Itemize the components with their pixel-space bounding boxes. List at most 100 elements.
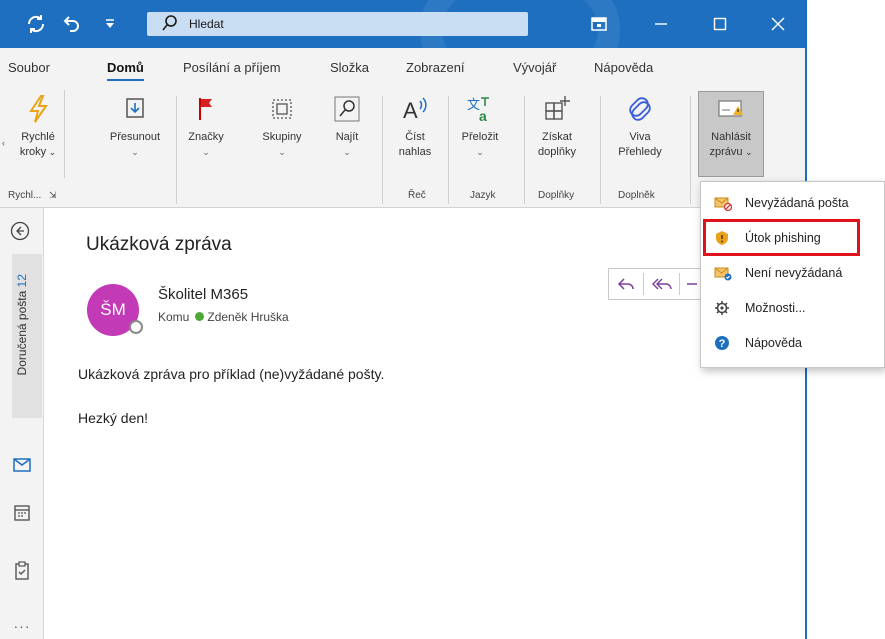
mail-icon[interactable] [11,454,33,476]
ribbon-scroll-left-icon[interactable]: ‹ [2,138,5,148]
search-placeholder: Hledat [189,17,224,31]
ribbon-separator [176,96,177,204]
find-search-icon [334,96,360,122]
inbox-folder-label[interactable]: Doručená pošta 12 [15,268,29,375]
addins-grid-icon [545,96,570,120]
lightning-icon [29,95,48,123]
svg-text:A: A [403,98,418,123]
ribbon: ‹ Rychlé kroky ⌄ Přesunout ⌄ Značky ⌄ Sk… [0,86,806,208]
viva-insights-icon [629,97,651,121]
find-label: Najít [335,131,359,143]
group-label-quick: Rychl... [8,190,42,201]
gear-icon [714,300,730,316]
recipient-presence-icon [195,312,205,321]
recipient-line: Komu Zdeněk Hruška [158,310,289,324]
menu-item-junk-label: Nevyžádaná pošta [745,196,849,210]
tab-folder[interactable]: Složka [330,60,369,75]
ribbon-separator [524,96,525,204]
menu-tabs: Soubor Domů Posílání a příjem Složka Zob… [0,48,806,86]
minimize-icon[interactable] [646,10,676,38]
tab-help[interactable]: Nápověda [594,60,653,75]
ribbon-separator [600,96,601,204]
tags-label: Značky [188,131,224,143]
search-icon [161,13,179,40]
reply-all-icon[interactable] [645,269,679,299]
groups-label: Skupiny [262,131,302,143]
action-separator [679,273,680,295]
menu-item-not-junk[interactable]: Není nevyžádaná [701,258,885,288]
sync-icon[interactable] [24,12,48,36]
maximize-icon[interactable] [705,10,735,38]
report-label-2: zprávu [709,146,743,158]
message-subject: Ukázková zpráva [86,234,232,255]
recipient-name[interactable]: Zdeněk Hruška [207,310,288,324]
group-label-speech: Řeč [408,190,426,201]
not-junk-icon [714,265,732,281]
read-aloud-icon: A [403,97,427,123]
undo-icon[interactable] [58,12,82,36]
report-label-1: Nahlásit [711,131,751,143]
tab-view[interactable]: Zobrazení [406,60,465,75]
quick-access-dropdown-icon[interactable] [98,12,122,36]
menu-item-not-junk-label: Není nevyžádaná [745,266,843,280]
quick-steps-label-1: Rychlé [21,131,55,143]
group-dialog-launcher-icon[interactable]: ⇲ [49,190,57,201]
tab-domu[interactable]: Domů [107,60,144,81]
reply-icon[interactable] [609,269,643,299]
tags-button[interactable]: Značky ⌄ [182,94,230,160]
viva-label-1: Viva [629,131,651,143]
menu-item-junk[interactable]: Nevyžádaná pošta [701,188,885,218]
action-separator [643,273,644,295]
collapse-back-icon[interactable] [9,220,31,245]
menu-item-options[interactable]: Možnosti... [701,293,885,323]
sender-name[interactable]: Školitel M365 [158,286,248,303]
menu-item-help[interactable]: ? Nápověda [701,328,885,358]
read-aloud-label-1: Číst [405,131,425,143]
svg-text:a: a [479,108,487,124]
svg-text:?: ? [719,338,726,350]
viva-label-2: Přehledy [618,146,662,158]
get-addins-button[interactable]: Získat doplňky [529,94,585,160]
left-navigation: Doručená pošta 12 ··· [0,208,44,639]
flag-icon [199,98,212,120]
group-label-addins: Doplňky [538,190,575,201]
report-message-menu: Nevyžádaná pošta Útok phishing Není nevy… [700,181,885,368]
tab-developer[interactable]: Vývojář [513,60,556,75]
junk-mail-icon [714,195,733,212]
ribbon-separator [448,96,449,204]
find-button[interactable]: Najít ⌄ [326,94,368,160]
group-label-addin: Doplněk [618,190,655,201]
menu-item-options-label: Možnosti... [745,301,806,315]
calendar-icon[interactable] [11,502,33,524]
menu-item-help-label: Nápověda [745,336,802,350]
groups-button[interactable]: Skupiny ⌄ [252,94,312,160]
inbox-label-text: Doručená pošta [15,290,29,376]
read-aloud-button[interactable]: A Číst nahlas [390,94,440,160]
translate-button[interactable]: 文a Přeložit ⌄ [452,94,508,160]
get-addins-label-2: doplňky [538,146,576,158]
translate-label: Přeložit [461,131,499,143]
get-addins-label-1: Získat [542,131,572,143]
phishing-highlight-box [703,219,860,256]
to-label: Komu [158,310,190,324]
tab-send-receive[interactable]: Posílání a příjem [183,60,281,75]
report-message-button[interactable]: Nahlásit zprávu ⌄ [698,94,764,160]
move-button[interactable]: Přesunout ⌄ [100,94,170,160]
inbox-count: 12 [15,274,29,288]
close-icon[interactable] [763,10,793,38]
tasks-icon[interactable] [11,560,33,582]
ribbon-separator [64,90,65,178]
window-mode-icon[interactable] [584,10,614,38]
move-label: Přesunout [109,131,161,143]
groups-icon [272,99,292,119]
read-aloud-label-2: nahlas [398,146,432,158]
presence-status-icon [129,320,143,334]
move-icon [126,98,144,118]
more-apps-icon[interactable]: ··· [11,618,33,639]
translate-icon: 文a [467,97,489,124]
search-input[interactable]: Hledat [147,12,528,36]
quick-steps-button[interactable]: Rychlé kroky ⌄ [14,94,62,160]
tab-soubor[interactable]: Soubor [8,60,50,75]
viva-insights-button[interactable]: Viva Přehledy [610,94,670,160]
message-action-buttons [608,268,704,300]
